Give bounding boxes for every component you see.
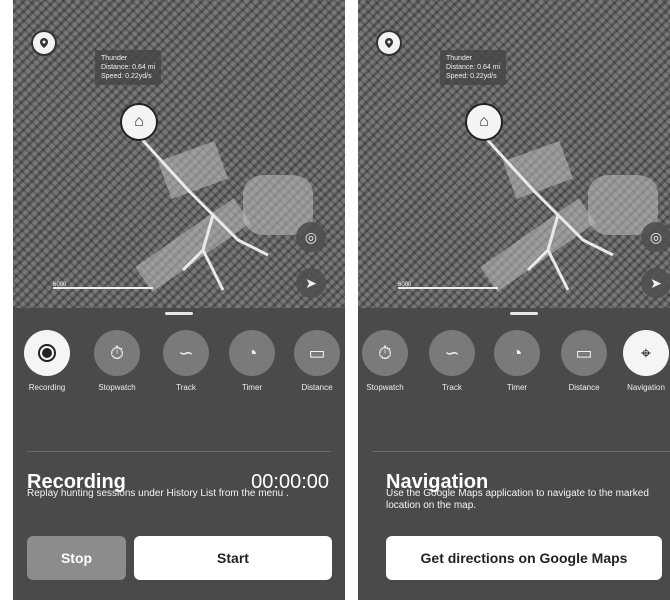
timer-icon: ◔ [229,330,275,376]
animal-speed: Speed: 0.22yd/s [446,73,497,80]
tool-track[interactable]: ∽ Track [420,330,484,392]
navigation-screen: Thunder Distance: 0.64 mi Speed: 0.22yd/… [358,0,670,600]
bottom-sheet: ⏱ Stopwatch ∽ Track ◔ Timer ▭ Distance ⌖… [358,308,670,600]
tool-recording[interactable]: Recording [15,330,79,392]
divider [27,451,331,452]
tool-timer[interactable]: ◔ Timer [220,330,284,392]
animal-info-label: Thunder Distance: 0.64 mi Speed: 0.22yd/… [440,50,507,85]
bottom-sheet: Recording ⏱ Stopwatch ∽ Track ◔ Timer ▭ … [13,308,345,600]
sheet-drag-handle[interactable] [165,312,193,315]
ruler-icon: ▭ [561,330,607,376]
dog-marker[interactable]: ⌂ [120,103,158,141]
tool-distance[interactable]: ▭ Distance [552,330,616,392]
tool-stopwatch[interactable]: ⏱ Stopwatch [85,330,149,392]
map-layers-button[interactable]: ◎ [641,222,670,252]
divider [372,451,670,452]
sheet-drag-handle[interactable] [510,312,538,315]
animal-name: Thunder [446,55,473,62]
tool-navigation[interactable]: ⌖ Navigation [614,330,670,392]
trail-path [136,133,269,291]
tool-selector: ⏱ Stopwatch ∽ Track ◔ Timer ▭ Distance ⌖… [358,330,670,400]
my-location-button[interactable]: ➤ [641,268,670,298]
animal-name: Thunder [101,55,128,62]
map-pin-icon: ⌖ [623,330,669,376]
navigation-arrow-icon: ➤ [650,274,662,291]
dog-icon: ⌂ [134,113,144,130]
tool-selector: Recording ⏱ Stopwatch ∽ Track ◔ Timer ▭ … [13,330,345,400]
satellite-map[interactable]: Thunder Distance: 0.64 mi Speed: 0.22yd/… [13,0,345,308]
animal-speed: Speed: 0.22yd/s [101,73,152,80]
location-pin-button[interactable] [31,30,57,56]
tool-label: Stopwatch [98,383,136,392]
tool-label: Navigation [627,383,665,392]
globe-icon: ◎ [304,228,318,245]
ruler-icon: ▭ [294,330,340,376]
tool-distance[interactable]: ▭ Distance [285,330,345,392]
start-button[interactable]: Start [134,536,332,580]
animal-info-label: Thunder Distance: 0.64 mi Speed: 0.22yd/… [95,50,162,85]
navigation-arrow-icon: ➤ [305,274,317,291]
location-pin-button[interactable] [376,30,402,56]
tool-track[interactable]: ∽ Track [154,330,218,392]
track-icon: ∽ [429,330,475,376]
dog-marker[interactable]: ⌂ [465,103,503,141]
stop-button[interactable]: Stop [27,536,126,580]
globe-icon: ◎ [649,228,663,245]
tool-label: Distance [568,383,600,392]
timer-icon: ◔ [494,330,540,376]
stopwatch-icon: ⏱ [362,330,408,376]
map-scale-bar [398,287,498,289]
stopwatch-icon: ⏱ [94,330,140,376]
animal-distance: Distance: 0.64 mi [446,64,501,71]
tool-label: Distance [301,383,333,392]
animal-distance: Distance: 0.64 mi [101,64,156,71]
record-icon [24,330,70,376]
map-pin-icon [40,38,48,48]
google-maps-directions-button[interactable]: Get directions on Google Maps [386,536,662,580]
map-scale-bar [53,287,153,289]
tool-label: Track [442,383,462,392]
tool-label: Track [176,383,196,392]
satellite-map[interactable]: Thunder Distance: 0.64 mi Speed: 0.22yd/… [358,0,670,308]
my-location-button[interactable]: ➤ [296,268,326,298]
dog-icon: ⌂ [479,113,489,130]
map-pin-icon [385,38,393,48]
track-icon: ∽ [163,330,209,376]
tool-label: Stopwatch [366,383,404,392]
tool-label: Timer [506,383,528,392]
map-layers-button[interactable]: ◎ [296,222,326,252]
tool-stopwatch[interactable]: ⏱ Stopwatch [358,330,417,392]
tool-label: Recording [28,383,66,392]
recording-screen: Thunder Distance: 0.64 mi Speed: 0.22yd/… [13,0,345,600]
trail-path [481,133,614,291]
section-description: Replay hunting sessions under History Li… [27,488,289,499]
tool-label: Timer [241,383,263,392]
tool-timer[interactable]: ◔ Timer [485,330,549,392]
section-description: Use the Google Maps application to navig… [386,488,649,511]
